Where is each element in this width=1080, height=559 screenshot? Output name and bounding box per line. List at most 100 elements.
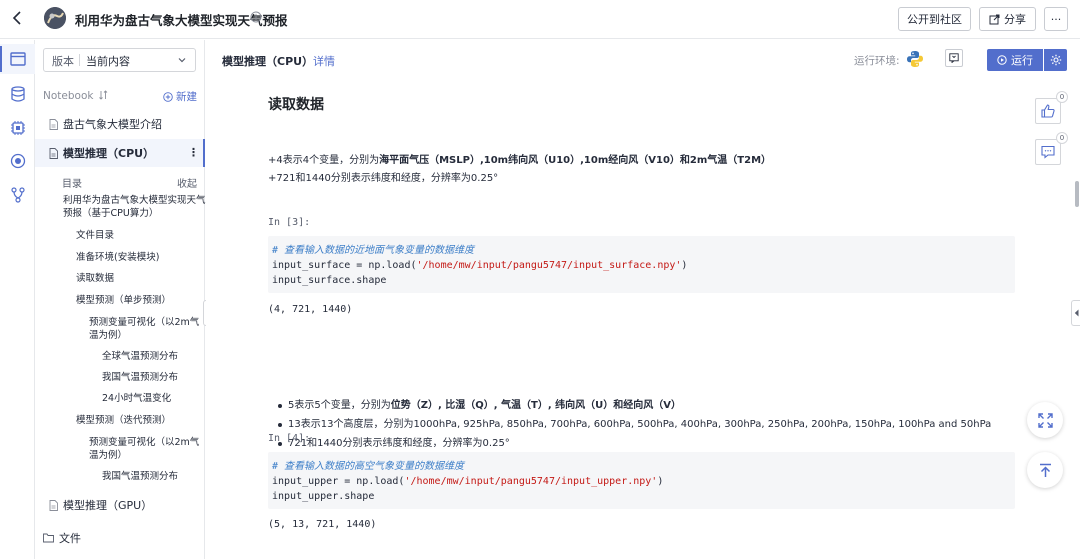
- code-line: input_surface.shape: [272, 275, 387, 286]
- files-label: 文件: [59, 532, 81, 545]
- para-text: +4表示4个变量，分别为: [268, 155, 380, 166]
- notebook-main: 模型推理（CPU） 详情 运行环境: 运行 读取数据 +4表示4个变量，分别为海…: [206, 40, 1080, 559]
- kernel-icon: [949, 53, 959, 63]
- rail-notebook-icon[interactable]: [0, 44, 35, 74]
- notebook-label: Notebook: [43, 90, 94, 102]
- rail-chip-icon[interactable]: [0, 113, 35, 143]
- toc-item[interactable]: 利用华为盘古气象大模型实现天气: [63, 194, 206, 207]
- top-bar: 利用华为盘古气象大模型实现天气预报 公开到社区 分享 ···: [0, 0, 1080, 39]
- code-comment: # 查看输入数据的高空气象变量的数据维度: [272, 461, 465, 472]
- version-value: 当前内容: [86, 55, 130, 68]
- thumbs-up-icon: [1041, 104, 1055, 118]
- code-cell[interactable]: # 查看输入数据的高空气象变量的数据维度 input_upper = np.lo…: [268, 452, 1015, 509]
- code-string: '/home/mw/input/pangu5747/input_surface.…: [416, 260, 682, 271]
- version-divider: [79, 54, 80, 66]
- right-panel-handle[interactable]: [1071, 300, 1080, 326]
- toc-item[interactable]: 准备环境(安装模块): [76, 251, 159, 264]
- toc-item[interactable]: 我国气温预测分布: [102, 470, 178, 483]
- sidebar-file-gpu[interactable]: 模型推理（GPU）: [35, 491, 204, 519]
- notebook-sidebar: 版本 当前内容 Notebook 新建 盘古气象大模型介绍 模型推理（CPU） …: [35, 40, 206, 559]
- code-cell[interactable]: # 查看输入数据的近地面气象变量的数据维度 input_surface = np…: [268, 236, 1015, 293]
- notebook-section-label: Notebook: [43, 90, 108, 102]
- list-text: 5表示5个变量，分别为: [288, 400, 391, 411]
- cell-prompt: In [3]:: [268, 217, 311, 228]
- code-string: '/home/mw/input/pangu5747/input_upper.np…: [404, 476, 658, 487]
- comment-icon: [1041, 145, 1055, 159]
- info-icon[interactable]: [250, 11, 262, 23]
- share-icon: [989, 14, 1000, 24]
- list-item: 13表示13个高度层，分别为1000hPa, 925hPa, 850hPa, 7…: [276, 415, 991, 434]
- share-label: 分享: [1004, 13, 1026, 26]
- runtime-env-label: 运行环境:: [854, 55, 900, 67]
- detail-link[interactable]: 详情: [313, 53, 335, 69]
- sort-icon[interactable]: [98, 90, 108, 100]
- code-text: input_upper = np.load(: [272, 476, 405, 487]
- publish-to-community-button[interactable]: 公开到社区: [898, 7, 971, 31]
- fullscreen-button[interactable]: [1027, 402, 1063, 438]
- bullet-list: 5表示5个变量，分别为位势（Z）, 比湿（Q）, 气温（T）, 纬向风（U）和经…: [276, 396, 991, 453]
- section-heading: 读取数据: [268, 97, 324, 113]
- share-button[interactable]: 分享: [979, 7, 1036, 31]
- toc-item[interactable]: 预报（基于CPU算力）: [63, 207, 158, 220]
- toc-item[interactable]: 模型预测（单步预测）: [76, 294, 171, 307]
- new-notebook-label: 新建: [176, 91, 197, 103]
- toc-label: 目录: [62, 179, 82, 190]
- code-line: input_upper.shape: [272, 491, 375, 502]
- sidebar-file-label: 模型推理（GPU）: [63, 499, 153, 512]
- run-label: 运行: [1011, 54, 1033, 67]
- cell-prompt: In [4]:: [268, 433, 311, 444]
- toc-item[interactable]: 读取数据: [76, 272, 114, 285]
- list-item: 5表示5个变量，分别为位势（Z）, 比湿（Q）, 气温（T）, 纬向风（U）和经…: [276, 396, 991, 415]
- arrow-to-top-icon: [1039, 463, 1051, 477]
- version-select[interactable]: 版本 当前内容: [43, 48, 196, 72]
- file-icon: [49, 118, 58, 130]
- sidebar-file-label: 盘古气象大模型介绍: [63, 118, 162, 131]
- file-more-menu[interactable]: ⋮: [188, 146, 199, 159]
- toc-collapse-button[interactable]: 收起: [177, 175, 197, 190]
- chevron-down-icon: [178, 58, 186, 63]
- toc-item[interactable]: 我国气温预测分布: [102, 371, 178, 384]
- toc-item[interactable]: 24小时气温变化: [102, 392, 171, 405]
- sidebar-files-folder[interactable]: 文件: [43, 530, 81, 546]
- rail-database-icon[interactable]: [0, 79, 35, 109]
- code-text: ): [681, 260, 688, 271]
- back-arrow-icon[interactable]: [8, 8, 28, 28]
- python-icon[interactable]: [906, 50, 924, 71]
- code-line: input_surface = np.load('/home/mw/input/…: [272, 258, 1011, 273]
- list-item: 721和1440分别表示纬度和经度，分辨率为0.25°: [276, 434, 991, 453]
- code-text: ): [657, 476, 664, 487]
- like-button[interactable]: [1035, 98, 1061, 124]
- cell-output: (4, 721, 1440): [268, 304, 353, 315]
- toc-item[interactable]: 模型预测（迭代预测）: [76, 414, 171, 427]
- toc-item[interactable]: 预测变量可视化（以2m气: [89, 436, 199, 449]
- comment-button[interactable]: [1035, 139, 1061, 165]
- scrollbar-thumb[interactable]: [1075, 181, 1079, 207]
- run-button[interactable]: 运行: [987, 49, 1043, 71]
- like-count-badge: 0: [1056, 91, 1068, 103]
- toc-item[interactable]: 温为例）: [89, 329, 127, 342]
- toc-item[interactable]: 预测变量可视化（以2m气: [89, 316, 199, 329]
- more-button[interactable]: ···: [1044, 7, 1068, 31]
- new-notebook-button[interactable]: 新建: [163, 89, 197, 104]
- para-bold: 海平面气压（MSLP）,10m纬向风（U10）,10m经向风（V10）和2m气温…: [379, 155, 772, 166]
- kernel-button[interactable]: [945, 49, 963, 67]
- back-to-top-button[interactable]: [1027, 452, 1063, 488]
- rail-target-icon[interactable]: [0, 146, 35, 176]
- toc-item[interactable]: 文件目录: [76, 229, 114, 242]
- avatar[interactable]: [44, 7, 66, 29]
- rail-branch-icon[interactable]: [0, 180, 35, 210]
- markdown-paragraph: +721和1440分别表示纬度和经度，分辨率为0.25°: [268, 173, 499, 184]
- toc-item[interactable]: 温为例）: [89, 449, 127, 462]
- file-icon: [49, 147, 58, 159]
- run-settings-button[interactable]: [1044, 49, 1067, 71]
- caret-left-icon: [1074, 309, 1079, 317]
- list-bold: 位势（Z）, 比湿（Q）, 气温（T）, 纬向风（U）和经向风（V）: [390, 400, 682, 411]
- toc-item[interactable]: 全球气温预测分布: [102, 350, 178, 363]
- gear-icon: [1050, 54, 1061, 66]
- sidebar-file-intro[interactable]: 盘古气象大模型介绍: [35, 110, 204, 138]
- sidebar-file-cpu[interactable]: 模型推理（CPU） ⋮: [35, 139, 205, 167]
- sidebar-file-label: 模型推理（CPU）: [63, 147, 155, 160]
- comment-count-badge: 0: [1056, 132, 1068, 144]
- expand-icon: [1037, 412, 1053, 428]
- cell-output: (5, 13, 721, 1440): [268, 519, 377, 530]
